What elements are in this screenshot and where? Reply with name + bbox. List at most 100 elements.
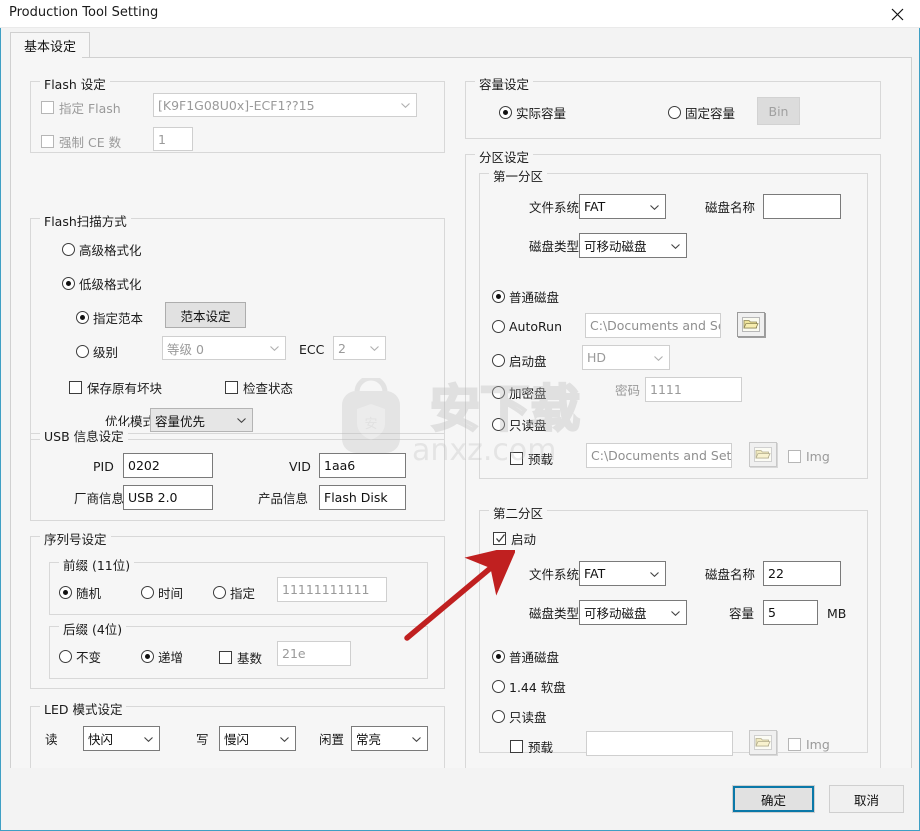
radio-suffix-fixed[interactable]: 不变 (59, 647, 101, 666)
radio-circle (492, 650, 505, 663)
radio-first-boot-disk[interactable]: 启动盘 (492, 351, 547, 370)
radio-label: 普通磁盘 (509, 650, 560, 665)
checkbox-suffix-base[interactable]: 基数 (219, 648, 262, 667)
combo-led-read[interactable]: 快闪 (83, 726, 160, 751)
checkbox-first-preload[interactable]: 预载 (510, 449, 553, 468)
radio-label: 加密盘 (509, 386, 547, 401)
input-second-capacity[interactable]: 5 (763, 600, 818, 625)
combo-second-filesystem[interactable]: FAT (579, 561, 666, 586)
input-first-volume[interactable] (763, 194, 841, 219)
checkbox-label: 保存原有坏块 (87, 381, 163, 396)
chevron-down-icon (412, 736, 421, 742)
input-suffix-value[interactable]: 21e (277, 641, 351, 666)
label-second-capacity: 容量 (729, 606, 755, 621)
radio-second-floppy[interactable]: 1.44 软盘 (492, 677, 566, 696)
radio-level[interactable]: 级别 (76, 342, 118, 361)
radio-low-format[interactable]: 低级格式化 (62, 274, 142, 293)
radio-prefix-random[interactable]: 随机 (59, 583, 101, 602)
input-vid[interactable]: 1aa6 (319, 453, 406, 478)
checkbox-first-img[interactable]: Img (788, 449, 830, 464)
close-button[interactable] (874, 0, 920, 28)
radio-first-autorun[interactable]: AutoRun (492, 319, 562, 334)
button-first-preload-browse[interactable] (749, 442, 777, 467)
button-first-autorun-browse[interactable] (737, 312, 765, 337)
input-suffix-value-text: 21e (282, 646, 306, 661)
checkbox-label: 强制 CE 数 (59, 135, 122, 150)
radio-circle (76, 311, 89, 324)
close-icon (891, 8, 903, 20)
radio-high-format[interactable]: 高级格式化 (62, 240, 142, 259)
radio-circle (59, 650, 72, 663)
combo-led-write-value: 慢闪 (224, 732, 250, 747)
checkbox-specify-flash[interactable]: 指定 Flash (41, 98, 121, 117)
input-pid[interactable]: 0202 (123, 453, 213, 478)
checkbox-second-img[interactable]: Img (788, 737, 830, 752)
input-ce-count[interactable]: 1 (153, 127, 193, 151)
combo-first-disktype[interactable]: 可移动磁盘 (579, 233, 687, 258)
window-body: 基本设定 Flash 设定 指定 Flash [K9F1G08U0x]-ECF1… (0, 28, 920, 831)
input-vendor[interactable]: USB 2.0 (123, 485, 213, 510)
radio-second-readonly-disk[interactable]: 只读盘 (492, 707, 547, 726)
radio-circle (492, 354, 505, 367)
group-serial-number-legend: 序列号设定 (40, 529, 111, 548)
radio-prefix-specify[interactable]: 指定 (213, 583, 255, 602)
radio-second-normal-disk[interactable]: 普通磁盘 (492, 647, 559, 666)
checkbox-second-enable[interactable]: 启动 (493, 529, 536, 548)
radio-first-normal-disk[interactable]: 普通磁盘 (492, 287, 559, 306)
combo-first-boot[interactable]: HD (582, 345, 670, 370)
checkbox-check-status[interactable]: 检查状态 (225, 378, 293, 397)
checkbox-force-ce[interactable]: 强制 CE 数 (41, 132, 121, 151)
combo-ecc-value: 2 (338, 340, 346, 356)
radio-first-readonly-disk[interactable]: 只读盘 (492, 415, 547, 434)
combo-ecc[interactable]: 2 (333, 336, 386, 360)
checkbox-label: 启动 (511, 532, 537, 547)
input-product[interactable]: Flash Disk (319, 485, 406, 510)
label-vendor: 厂商信息 (74, 491, 125, 506)
radio-suffix-increment[interactable]: 递增 (141, 647, 183, 666)
ok-button[interactable]: 确定 (732, 785, 815, 813)
checkbox-box (41, 101, 54, 114)
button-sample-settings[interactable]: 范本设定 (165, 302, 246, 328)
radio-label: 低级格式化 (79, 277, 142, 292)
ok-button-label: 确定 (760, 792, 786, 808)
radio-circle (492, 710, 505, 723)
group-led-mode: LED 模式设定 读 快闪 写 慢闪 闲置 常亮 (30, 699, 445, 769)
input-first-password[interactable]: 1111 (645, 377, 742, 402)
checkbox-box (493, 532, 506, 545)
radio-circle (499, 106, 512, 119)
combo-flash-model[interactable]: [K9F1G08U0x]-ECF1??15 (153, 93, 417, 117)
combo-level[interactable]: 等级 0 (162, 336, 286, 360)
combo-optimize-mode[interactable]: 容量优先 (150, 408, 253, 432)
radio-label: 时间 (158, 586, 184, 601)
button-second-preload-browse[interactable] (749, 730, 777, 755)
input-second-preload-path[interactable] (586, 731, 733, 756)
cancel-button-label: 取消 (853, 792, 879, 808)
radio-circle (141, 650, 154, 663)
cancel-button[interactable]: 取消 (829, 785, 904, 813)
label-second-capacity-unit: MB (827, 606, 847, 621)
radio-label: 只读盘 (509, 710, 547, 725)
radio-label: 递增 (158, 650, 184, 665)
radio-first-encrypt-disk[interactable]: 加密盘 (492, 383, 547, 402)
combo-led-write[interactable]: 慢闪 (219, 726, 296, 751)
radio-fixed-capacity[interactable]: 固定容量 (668, 103, 735, 122)
combo-first-filesystem[interactable]: FAT (579, 194, 666, 219)
group-flash-settings-legend: Flash 设定 (40, 74, 110, 93)
window-title: Production Tool Setting (9, 5, 159, 20)
input-first-autorun-path[interactable]: C:\Documents and Set (585, 313, 721, 338)
input-prefix-value[interactable]: 11111111111 (277, 577, 387, 602)
combo-second-disktype[interactable]: 可移动磁盘 (579, 600, 687, 625)
radio-actual-capacity[interactable]: 实际容量 (499, 103, 566, 122)
radio-specify-sample[interactable]: 指定范本 (76, 308, 143, 327)
input-second-volume[interactable]: 22 (763, 561, 841, 586)
checkbox-second-preload[interactable]: 预载 (510, 737, 553, 756)
label-ecc: ECC (299, 342, 325, 357)
chevron-down-icon (654, 355, 663, 361)
tab-basic-settings[interactable]: 基本设定 (10, 32, 91, 58)
combo-led-idle[interactable]: 常亮 (351, 726, 428, 751)
input-first-preload-path[interactable]: C:\Documents and Settin (586, 443, 732, 468)
radio-prefix-time[interactable]: 时间 (141, 583, 183, 602)
checkbox-keep-bad-block[interactable]: 保存原有坏块 (69, 378, 162, 397)
button-bin[interactable]: Bin (757, 97, 800, 125)
input-vid-value: 1aa6 (324, 458, 356, 473)
